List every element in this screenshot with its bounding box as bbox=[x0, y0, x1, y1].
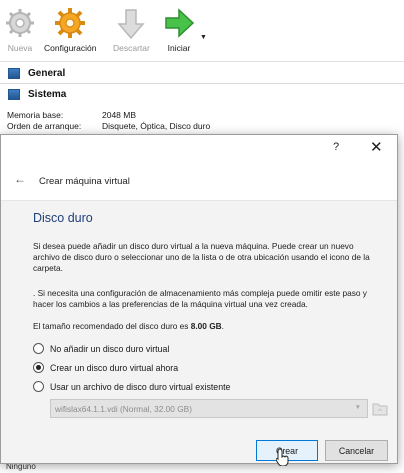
settings-label: Configuración bbox=[44, 43, 97, 53]
detail-key: Memoria base: bbox=[7, 110, 64, 120]
existing-disk-select[interactable]: wifislax64.1.1.vdi (Normal, 32.00 GB) ▼ bbox=[50, 399, 368, 418]
radio-button[interactable] bbox=[33, 381, 44, 392]
advanced-note-paragraph: . Si necesita una configuración de almac… bbox=[33, 288, 367, 309]
gear-icon bbox=[55, 8, 86, 38]
option-existing-disk[interactable]: Usar un archivo de disco duro virtual ex… bbox=[33, 381, 230, 392]
recommended-prefix: El tamaño recomendado del disco duro es bbox=[33, 321, 191, 331]
option-label: Crear un disco duro virtual ahora bbox=[50, 362, 179, 373]
gear-sparkle-icon bbox=[6, 9, 34, 37]
start-button[interactable]: Iniciar bbox=[162, 6, 196, 53]
detail-value: 2048 MB bbox=[102, 110, 137, 120]
hand-cursor-icon bbox=[276, 448, 289, 466]
option-label: No añadir un disco duro virtual bbox=[50, 343, 170, 354]
new-button[interactable]: Nueva bbox=[3, 6, 37, 53]
create-vm-dialog: ? ✕ ← Crear máquina virtual Disco duro S… bbox=[0, 134, 398, 464]
chip-icon bbox=[8, 88, 20, 100]
section-divider bbox=[0, 83, 404, 84]
recommended-size: 8.00 GB bbox=[190, 321, 222, 331]
recommended-size-text: El tamaño recomendado del disco duro es … bbox=[33, 321, 378, 332]
detail-row: Orden de arranque: Disquete, Óptica, Disc… bbox=[7, 121, 210, 131]
option-label: Usar un archivo de disco duro virtual ex… bbox=[50, 381, 231, 392]
help-button[interactable]: ? bbox=[333, 141, 339, 153]
detail-value: Disquete, Óptica, Disco duro bbox=[102, 121, 211, 131]
display-icon bbox=[8, 67, 20, 79]
new-label: Nueva bbox=[7, 43, 33, 53]
start-label: Iniciar bbox=[167, 43, 191, 53]
system-section-heading[interactable]: Sistema bbox=[8, 86, 66, 102]
chevron-down-icon: ▼ bbox=[354, 404, 361, 411]
description-paragraph: Si desea puede añadir un disco duro virt… bbox=[33, 241, 370, 273]
start-arrow-icon bbox=[165, 8, 195, 38]
general-section-heading[interactable]: General bbox=[8, 65, 65, 81]
discard-button[interactable]: Descartar bbox=[113, 6, 150, 53]
general-heading: General bbox=[28, 67, 66, 79]
existing-disk-value: wifislax64.1.1.vdi (Normal, 32.00 GB) bbox=[55, 403, 192, 414]
recommended-suffix: . bbox=[221, 321, 224, 331]
close-button[interactable]: ✕ bbox=[370, 138, 383, 156]
system-heading: Sistema bbox=[28, 88, 67, 100]
discard-arrow-icon bbox=[117, 9, 146, 40]
folder-icon[interactable] bbox=[372, 401, 388, 416]
discard-label: Descartar bbox=[113, 43, 150, 53]
option-create-disk[interactable]: Crear un disco duro virtual ahora bbox=[33, 362, 178, 373]
dialog-titlebar: ? ✕ bbox=[1, 135, 397, 161]
back-arrow-icon[interactable]: ← bbox=[14, 172, 26, 186]
toolbar: Nueva Configuración Descartar Iniciar ▼ bbox=[0, 0, 404, 62]
wizard-title: Crear máquina virtual bbox=[39, 176, 130, 187]
settings-button[interactable]: Configuración bbox=[44, 6, 96, 53]
option-no-disk[interactable]: No añadir un disco duro virtual bbox=[33, 343, 169, 354]
start-dropdown-icon[interactable]: ▼ bbox=[200, 34, 207, 41]
detail-row: Memoria base: 2048 MB bbox=[7, 110, 136, 120]
radio-button[interactable] bbox=[33, 343, 44, 354]
wizard-header: ← Crear máquina virtual bbox=[1, 161, 397, 201]
detail-key: Orden de arranque: bbox=[7, 121, 82, 131]
page-title: Disco duro bbox=[33, 211, 93, 225]
cancel-button[interactable]: Cancelar bbox=[325, 440, 388, 461]
radio-button-selected[interactable] bbox=[33, 362, 44, 373]
